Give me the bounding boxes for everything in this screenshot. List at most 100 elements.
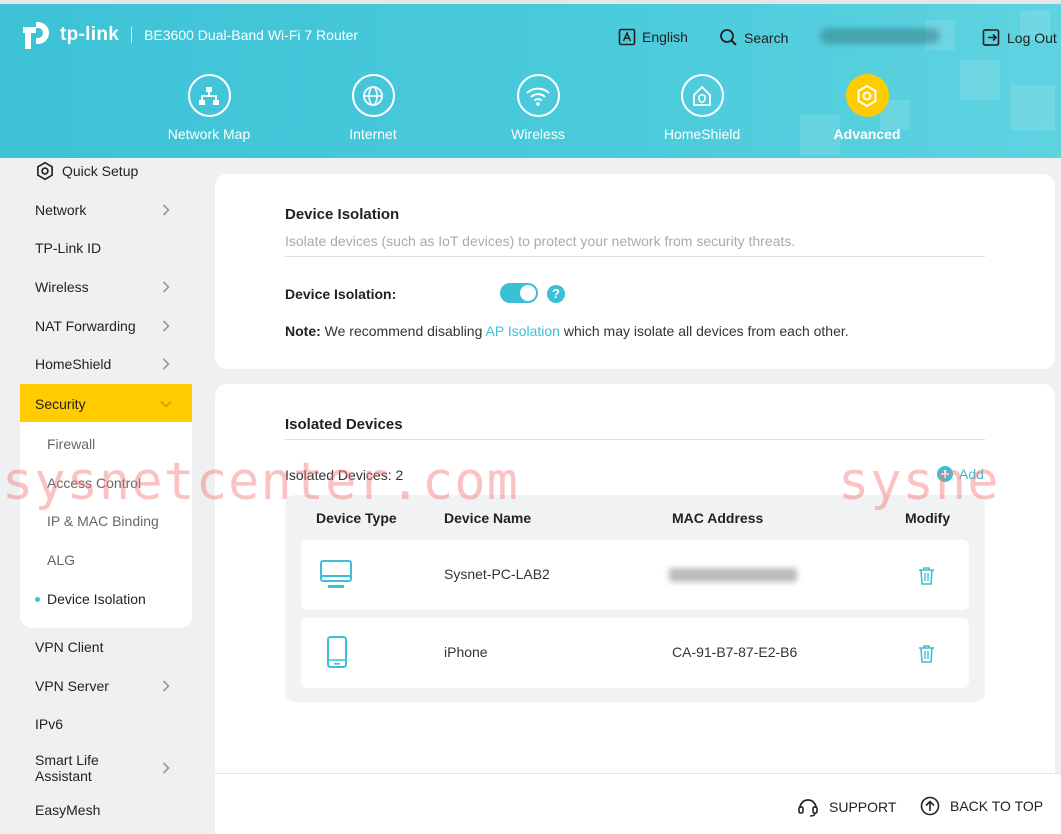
- device-isolation-panel: Device Isolation Isolate devices (such a…: [215, 174, 1055, 369]
- trash-icon[interactable]: [918, 644, 935, 663]
- isolated-devices-panel: Isolated Devices Isolated Devices: 2 Add…: [215, 384, 1055, 784]
- gear-icon: [845, 74, 889, 117]
- back-to-top-button[interactable]: BACK TO TOP: [920, 796, 1043, 816]
- note-label: Note:: [285, 323, 321, 339]
- sidebar-item-security[interactable]: Security: [20, 384, 192, 423]
- language-icon: [618, 28, 636, 46]
- column-header: Device Name: [444, 510, 532, 526]
- language-button[interactable]: English: [618, 28, 688, 46]
- device-isolation-label: Device Isolation:: [285, 286, 397, 302]
- security-submenu: Firewall Access Control IP & MAC Binding…: [20, 422, 192, 628]
- add-device-button[interactable]: Add: [937, 466, 984, 482]
- sidebar-item-label: EasyMesh: [35, 802, 101, 818]
- chevron-right-icon: [162, 204, 170, 216]
- mac-address-blurred: [669, 568, 797, 582]
- chevron-right-icon: [162, 281, 170, 293]
- sidebar-item-quick-setup[interactable]: Quick Setup: [20, 152, 192, 190]
- nav-homeshield[interactable]: HomeShield: [642, 74, 762, 142]
- column-header: Device Type: [316, 510, 397, 526]
- ap-isolation-link[interactable]: AP Isolation: [486, 323, 560, 339]
- chevron-right-icon: [162, 320, 170, 332]
- divider: [285, 439, 985, 440]
- section-description: Isolate devices (such as IoT devices) to…: [285, 233, 796, 249]
- sidebar-item-network[interactable]: Network: [20, 191, 192, 229]
- device-isolation-toggle[interactable]: [500, 283, 538, 303]
- sidebar-subitem-label: IP & MAC Binding: [47, 513, 159, 529]
- nav-label: Network Map: [167, 126, 251, 142]
- help-icon[interactable]: ?: [547, 285, 565, 303]
- search-icon: [720, 29, 737, 46]
- header: tp-link BE3600 Dual-Band Wi-Fi 7 Router …: [0, 0, 1061, 158]
- chevron-right-icon: [162, 358, 170, 370]
- user-account[interactable]: [820, 28, 940, 44]
- network-map-icon: [187, 74, 231, 117]
- sidebar-subitem-device-isolation[interactable]: Device Isolation: [20, 580, 192, 618]
- sidebar-item-label: VPN Server: [35, 678, 109, 694]
- toggle-knob: [520, 285, 536, 301]
- nav-internet[interactable]: Internet: [313, 74, 433, 142]
- nav-label: Advanced: [833, 126, 901, 142]
- sidebar-subitem-label: Access Control: [47, 475, 142, 491]
- headset-icon: [798, 799, 818, 817]
- sidebar-item-label: VPN Client: [35, 639, 104, 655]
- sidebar-item-label: HomeShield: [35, 356, 112, 372]
- sidebar-item-ipv6[interactable]: IPv6: [20, 705, 192, 743]
- sidebar-item-label: Quick Setup: [62, 163, 139, 179]
- nav-wireless[interactable]: Wireless: [478, 74, 598, 142]
- logout-label: Log Out: [1007, 29, 1057, 46]
- section-title: Isolated Devices: [285, 416, 403, 433]
- chevron-right-icon: [162, 680, 170, 692]
- top-actions: English Search Log Out: [0, 28, 1061, 50]
- mac-address: CA-91-B7-87-E2-B6: [672, 644, 798, 660]
- sidebar-item-label: Smart Life Assistant: [35, 752, 99, 784]
- back-to-top-label: BACK TO TOP: [950, 798, 1044, 814]
- sidebar-item-nat-forwarding[interactable]: NAT Forwarding: [20, 307, 192, 345]
- sidebar-subitem-label: ALG: [47, 552, 76, 568]
- note-text-pre: We recommend disabling: [320, 323, 486, 339]
- sidebar-item-wireless[interactable]: Wireless: [20, 268, 192, 306]
- sidebar-item-vpn-client[interactable]: VPN Client: [20, 628, 192, 666]
- sidebar-item-easymesh[interactable]: EasyMesh: [20, 791, 192, 829]
- sidebar-item-tplink-id[interactable]: TP-Link ID: [20, 229, 192, 267]
- isolation-note: Note: We recommend disabling AP Isolatio…: [285, 323, 849, 339]
- logout-button[interactable]: Log Out: [982, 28, 1057, 47]
- footer: SUPPORT BACK TO TOP: [215, 773, 1061, 834]
- sidebar-subitem-access-control[interactable]: Access Control: [20, 464, 192, 502]
- isolated-devices-table: Device Type Device Name MAC Address Modi…: [285, 495, 985, 702]
- search-button[interactable]: Search: [719, 28, 788, 47]
- sidebar-item-label: TP-Link ID: [35, 240, 102, 256]
- homeshield-icon: [680, 74, 724, 117]
- sidebar: Quick Setup Network TP-Link ID Wireless …: [20, 158, 192, 834]
- nav-label: HomeShield: [663, 126, 741, 142]
- sidebar-subitem-label: Firewall: [47, 436, 96, 452]
- phone-icon: [327, 636, 347, 668]
- sidebar-item-smart-life-assistant[interactable]: Smart Life Assistant: [20, 745, 192, 791]
- nav-label: Internet: [349, 126, 397, 142]
- divider: [285, 256, 985, 257]
- trash-icon[interactable]: [918, 566, 935, 585]
- chevron-right-icon: [162, 762, 170, 774]
- device-name: Sysnet-PC-LAB2: [444, 566, 550, 582]
- main-nav: Network Map Internet Wireless HomeShield…: [0, 74, 1061, 144]
- sidebar-subitem-firewall[interactable]: Firewall: [20, 425, 192, 463]
- sidebar-item-homeshield[interactable]: HomeShield: [20, 345, 192, 383]
- nav-advanced[interactable]: Advanced: [807, 74, 927, 142]
- user-name-blurred: [820, 28, 940, 44]
- globe-icon: [351, 74, 395, 117]
- support-button[interactable]: SUPPORT: [797, 796, 896, 818]
- table-row: Sysnet-PC-LAB2: [301, 540, 969, 610]
- column-header: MAC Address: [672, 510, 764, 526]
- sidebar-item-label: NAT Forwarding: [35, 318, 136, 334]
- header-top-line: [0, 0, 1061, 4]
- sidebar-item-vpn-server[interactable]: VPN Server: [20, 667, 192, 705]
- section-title: Device Isolation: [285, 206, 400, 223]
- sidebar-item-label: Wireless: [35, 279, 89, 295]
- chevron-down-icon: [160, 400, 172, 408]
- sidebar-subitem-ip-mac-binding[interactable]: IP & MAC Binding: [20, 502, 192, 540]
- sidebar-subitem-alg[interactable]: ALG: [20, 541, 192, 579]
- search-label: Search: [744, 29, 789, 46]
- column-header: Modify: [905, 510, 951, 526]
- nav-network-map[interactable]: Network Map: [149, 74, 269, 142]
- active-dot: [35, 597, 40, 602]
- desktop-icon: [320, 560, 352, 588]
